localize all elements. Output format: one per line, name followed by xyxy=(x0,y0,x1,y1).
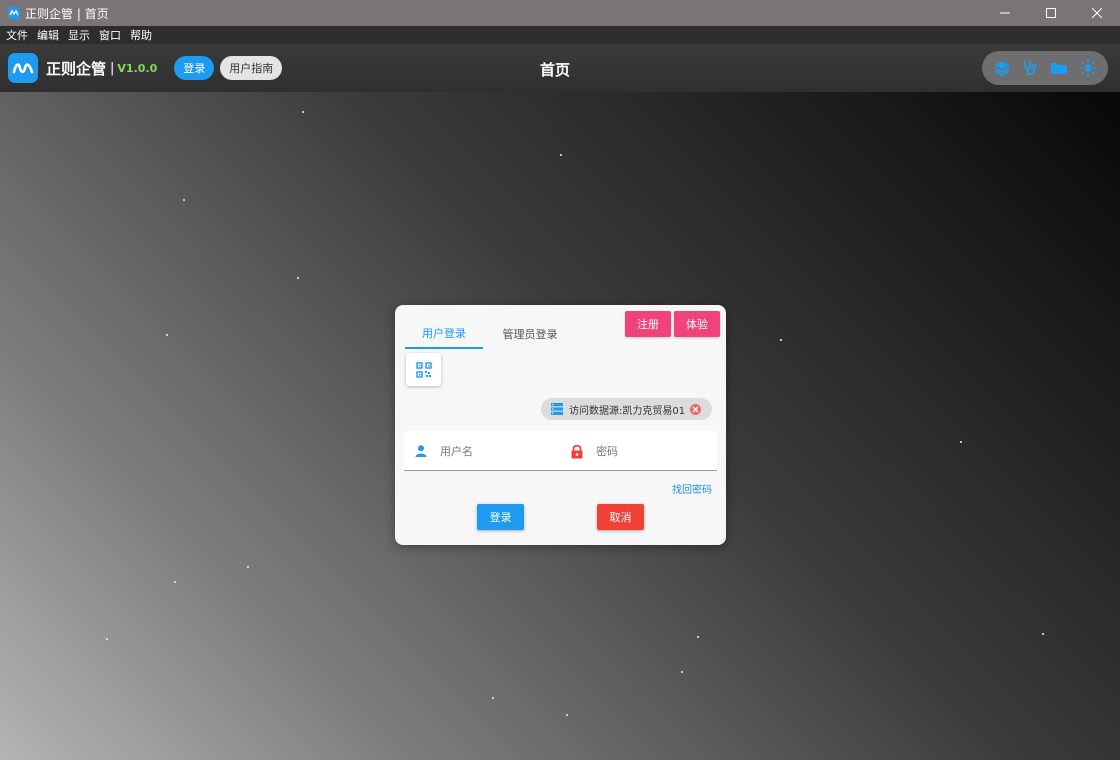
menu-file[interactable]: 文件 xyxy=(6,27,28,43)
star xyxy=(681,671,683,673)
menu-edit[interactable]: 编辑 xyxy=(37,27,59,43)
username-input[interactable] xyxy=(440,444,550,458)
minimize-icon xyxy=(1000,12,1010,14)
theme-button[interactable] xyxy=(1077,57,1099,79)
app-version: V1.0.0 xyxy=(117,61,158,75)
tab-user-login[interactable]: 用户登录 xyxy=(405,319,483,349)
close-window-button[interactable] xyxy=(1074,0,1120,26)
star xyxy=(174,581,176,583)
logo-icon xyxy=(12,63,34,74)
star xyxy=(302,111,304,113)
layers-button[interactable] xyxy=(991,57,1013,79)
star xyxy=(492,697,494,699)
app-name: 正则企管 xyxy=(46,59,107,78)
database-icon xyxy=(551,403,563,415)
menu-view[interactable]: 显示 xyxy=(68,27,90,43)
folder-icon xyxy=(1051,63,1068,74)
datasource-label: 访问数据源:凯力克贸易01 xyxy=(569,405,686,417)
forgot-password-link[interactable]: 找回密码 xyxy=(672,481,712,496)
layers-icon xyxy=(994,61,1010,77)
header-login-button[interactable]: 登录 xyxy=(174,56,215,80)
password-field-wrap xyxy=(570,431,715,471)
version-separator: | xyxy=(110,60,115,76)
trial-button[interactable]: 体验 xyxy=(674,311,720,337)
star xyxy=(183,199,185,201)
datasource-chip[interactable]: 访问数据源:凯力克贸易01 xyxy=(541,398,712,420)
folder-button[interactable] xyxy=(1048,57,1070,79)
username-field-wrap xyxy=(414,431,559,471)
lock-icon xyxy=(571,444,583,458)
star xyxy=(166,334,168,336)
qr-login-button[interactable] xyxy=(406,353,441,386)
login-tabs: 用户登录 管理员登录 xyxy=(405,319,569,349)
logo xyxy=(8,53,38,83)
page-title: 首页 xyxy=(539,61,570,79)
menu-window[interactable]: 窗口 xyxy=(99,27,121,43)
close-circle-icon xyxy=(692,406,699,412)
window-title: 正则企管 | 首页 xyxy=(25,6,109,21)
password-input[interactable] xyxy=(596,444,706,458)
window-controls xyxy=(982,0,1120,26)
close-icon xyxy=(1092,8,1102,18)
window-titlebar: 正则企管 | 首页 xyxy=(0,0,1120,26)
star xyxy=(780,339,782,341)
star xyxy=(560,154,562,156)
minimize-button[interactable] xyxy=(982,0,1028,26)
menu-help[interactable]: 帮助 xyxy=(130,27,152,43)
sun-icon xyxy=(1079,59,1097,77)
app-icon xyxy=(8,7,20,19)
toolbar-right xyxy=(982,51,1108,85)
app-header: 正则企管 | V1.0.0 登录 用户指南 首页 xyxy=(0,44,1120,92)
star xyxy=(566,714,568,716)
login-submit-button[interactable]: 登录 xyxy=(477,504,524,530)
login-cancel-button[interactable]: 取消 xyxy=(597,504,644,530)
maximize-button[interactable] xyxy=(1028,0,1074,26)
user-guide-button[interactable]: 用户指南 xyxy=(220,56,283,80)
login-dialog: 用户登录 管理员登录 注册 体验 访问数据源:凯力克贸易01 用户名 找回密码 … xyxy=(395,305,726,545)
tab-admin-login[interactable]: 管理员登录 xyxy=(491,319,569,349)
menu-bar: 文件 编辑 显示 窗口 帮助 xyxy=(0,26,1120,44)
star xyxy=(247,566,249,568)
stethoscope-icon xyxy=(1023,61,1037,76)
star xyxy=(297,277,299,279)
star xyxy=(697,636,699,638)
diagnostics-button[interactable] xyxy=(1020,57,1042,79)
credentials-row xyxy=(404,431,717,471)
datasource-remove-button[interactable] xyxy=(690,403,702,415)
user-icon xyxy=(415,445,427,457)
qr-code-icon xyxy=(415,361,432,378)
star xyxy=(1042,633,1044,635)
maximize-icon xyxy=(1046,8,1056,18)
register-button[interactable]: 注册 xyxy=(625,311,671,337)
star xyxy=(106,638,108,640)
star xyxy=(960,441,962,443)
